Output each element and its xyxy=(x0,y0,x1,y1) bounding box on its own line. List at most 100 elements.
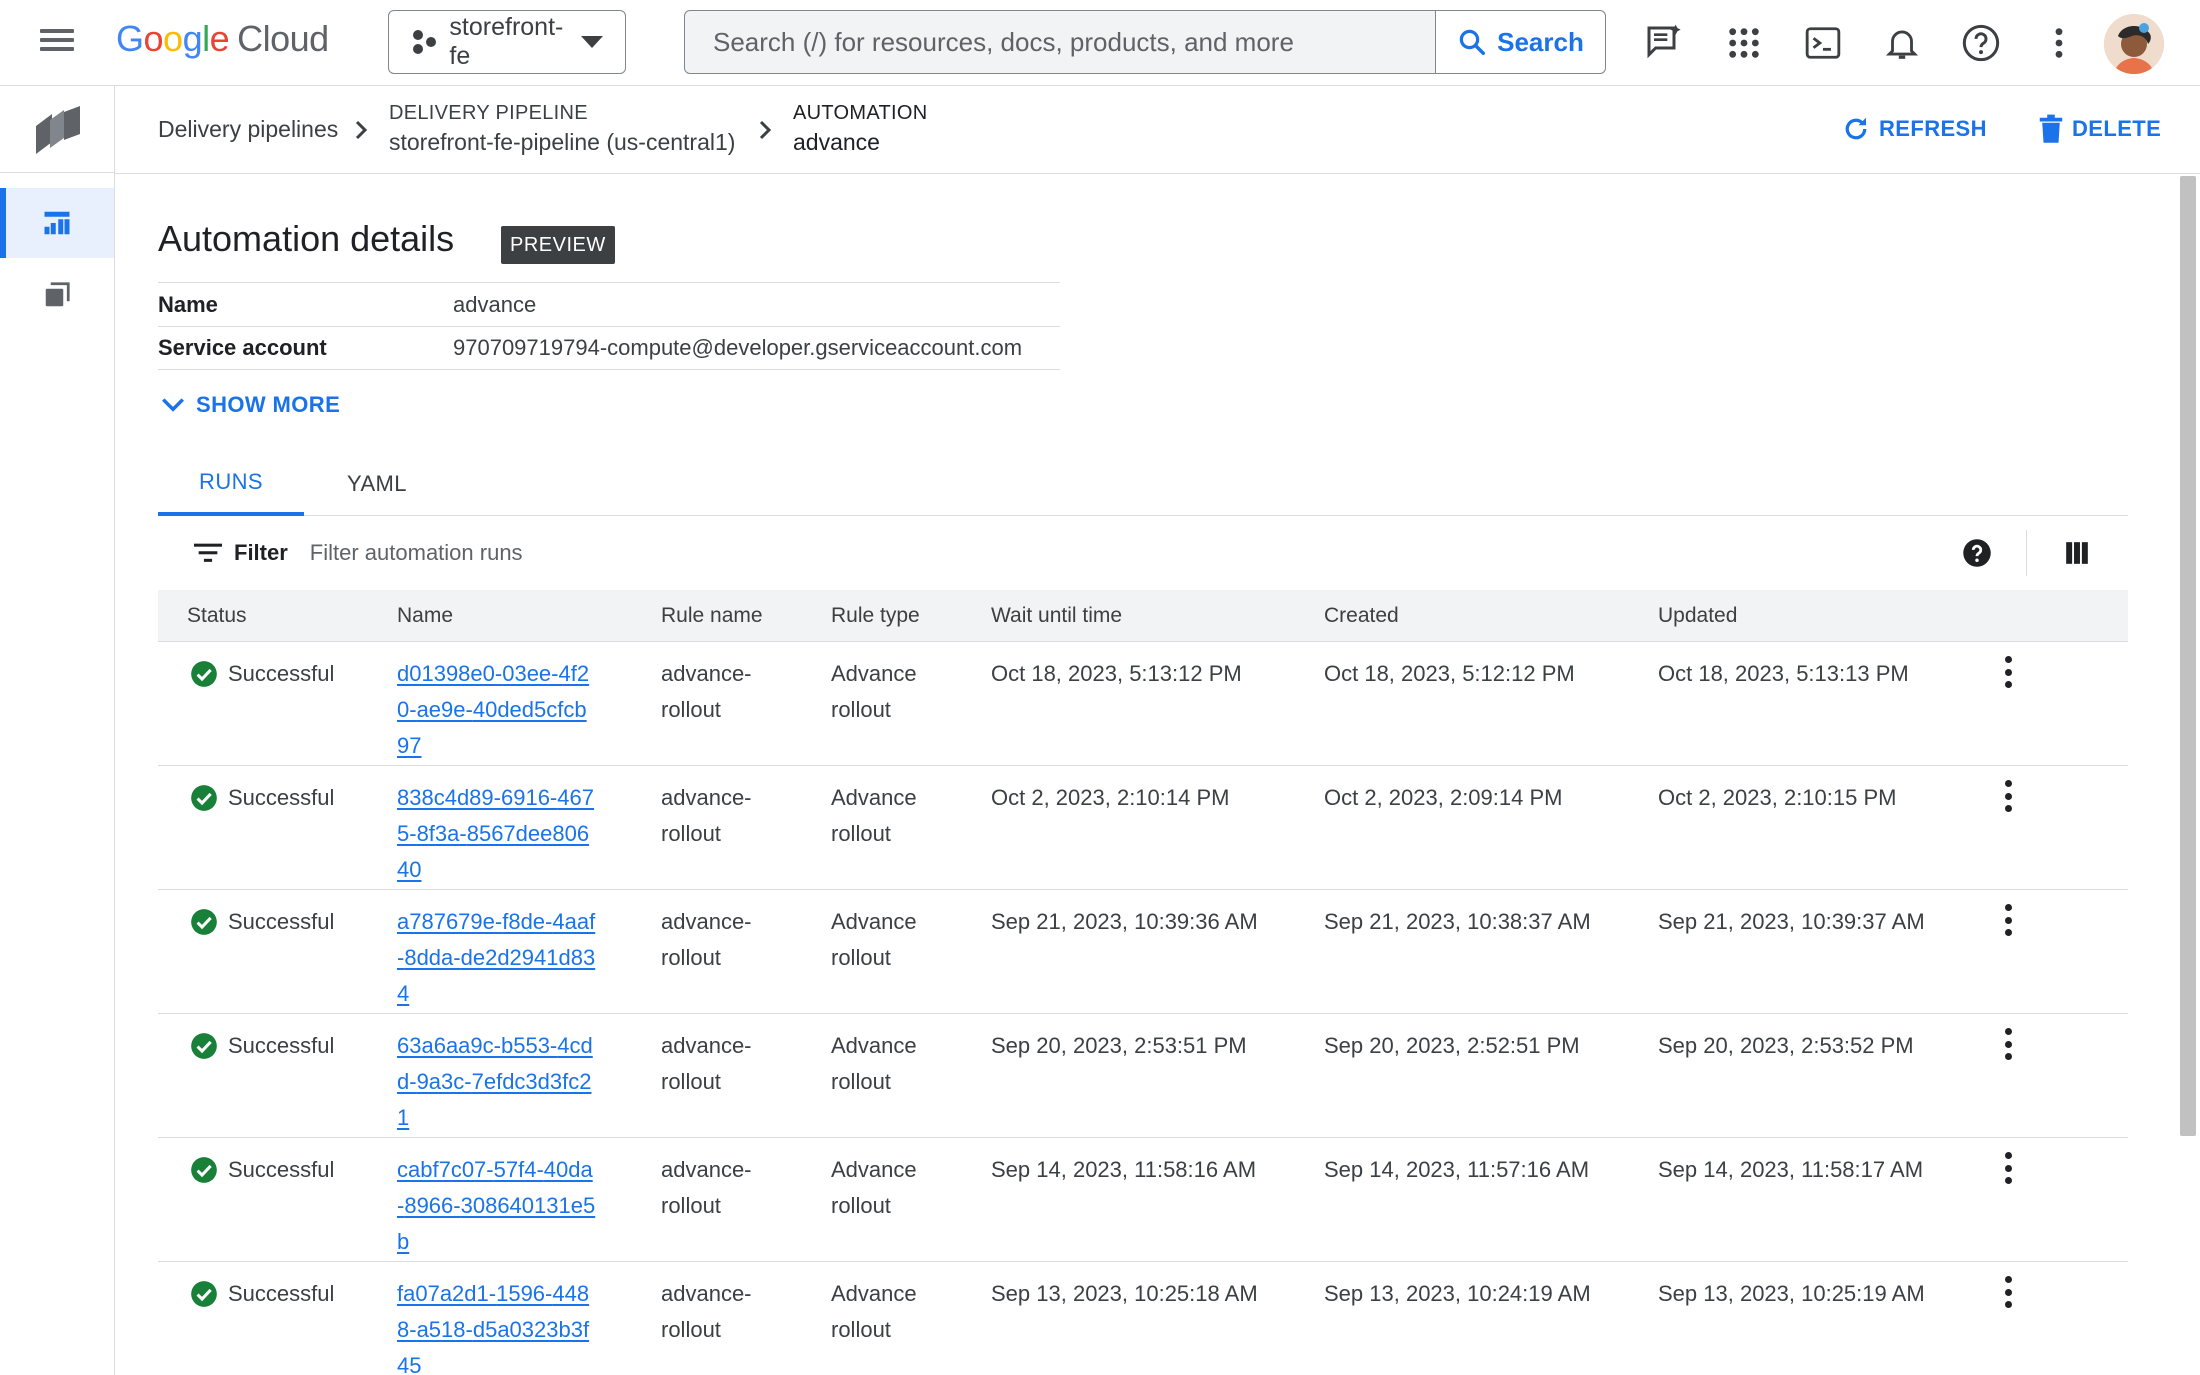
updated-cell: Sep 13, 2023, 10:25:19 AM xyxy=(1658,1281,1925,1306)
delete-button[interactable]: DELETE xyxy=(2038,114,2161,144)
refresh-icon xyxy=(1845,117,1867,140)
delivery-pipelines-icon[interactable] xyxy=(0,188,114,258)
rule-name-cell: advance-rollout xyxy=(661,909,752,970)
wait-until-cell: Sep 21, 2023, 10:39:36 AM xyxy=(991,909,1258,934)
gemini-chat-icon[interactable] xyxy=(1641,20,1687,66)
run-name-link[interactable]: d01398e0-03ee-4f20-ae9e-40ded5cfcb97 xyxy=(397,656,597,764)
refresh-button[interactable]: REFRESH xyxy=(1841,114,1987,144)
run-name-link[interactable]: a787679e-f8de-4aaf-8dda-de2d2941d834 xyxy=(397,904,597,1012)
created-cell: Sep 14, 2023, 11:57:16 AM xyxy=(1324,1157,1590,1182)
avatar[interactable] xyxy=(2104,14,2164,74)
rule-type-cell: Advance rollout xyxy=(831,1157,917,1218)
google-cloud-logo[interactable]: Google Cloud xyxy=(116,18,329,60)
refresh-label: REFRESH xyxy=(1879,116,1987,141)
filter-button[interactable]: Filter xyxy=(194,540,288,566)
targets-icon[interactable] xyxy=(0,260,114,330)
run-name-link[interactable]: 63a6aa9c-b553-4cdd-9a3c-7efdc3d3fc21 xyxy=(397,1028,597,1136)
row-more-vert-icon[interactable] xyxy=(2002,654,2014,690)
preview-badge: PREVIEW xyxy=(501,226,615,264)
breadcrumb-automation-kind: AUTOMATION xyxy=(793,102,928,124)
column-header-name[interactable]: Name xyxy=(397,604,453,628)
row-more-vert-icon[interactable] xyxy=(2002,1274,2014,1310)
detail-row-name: Name advance xyxy=(158,282,1060,326)
help-icon[interactable] xyxy=(1962,538,1992,573)
check-circle-icon xyxy=(191,1033,217,1059)
breadcrumb-automation: AUTOMATION advance xyxy=(793,102,927,156)
column-display-icon[interactable] xyxy=(2064,540,2090,571)
wait-until-cell: Sep 20, 2023, 2:53:51 PM xyxy=(991,1033,1247,1058)
trash-icon xyxy=(2039,114,2063,143)
notifications-bell-icon[interactable] xyxy=(1879,20,1925,66)
column-header-created[interactable]: Created xyxy=(1324,604,1399,628)
row-more-vert-icon[interactable] xyxy=(2002,778,2014,814)
detail-value: 970709719794-compute@developer.gservicea… xyxy=(453,335,1023,360)
more-vert-icon[interactable] xyxy=(2036,20,2082,66)
chevron-right-icon xyxy=(355,120,368,140)
run-name-link[interactable]: 838c4d89-6916-4675-8f3a-8567dee80640 xyxy=(397,780,597,888)
rule-name-cell: advance-rollout xyxy=(661,1157,752,1218)
cloud-shell-icon[interactable] xyxy=(1800,20,1846,66)
table-body: Successful d01398e0-03ee-4f20-ae9e-40ded… xyxy=(158,642,2128,1375)
status-text: Successful xyxy=(228,1157,335,1182)
search-button[interactable]: Search xyxy=(1435,11,1605,73)
product-nav-rail xyxy=(0,86,115,1375)
show-more-button[interactable]: SHOW MORE xyxy=(160,392,340,418)
tab-bar: RUNS YAML xyxy=(158,452,2128,516)
status-cell: Successful xyxy=(190,904,334,940)
search-input[interactable] xyxy=(685,11,1435,73)
breadcrumb-pipeline-value: storefront-fe-pipeline (us-central1) xyxy=(389,129,736,155)
table-row: Successful a787679e-f8de-4aaf-8dda-de2d2… xyxy=(158,890,2128,1014)
column-header-updated[interactable]: Updated xyxy=(1658,604,1737,628)
menu-icon[interactable] xyxy=(40,24,80,64)
status-cell: Successful xyxy=(190,780,334,816)
top-app-bar: Google Cloud storefront-fe Search xyxy=(0,0,2200,86)
check-circle-icon xyxy=(191,1157,217,1183)
run-name-link[interactable]: cabf7c07-57f4-40da-8966-308640131e5b xyxy=(397,1152,597,1260)
check-circle-icon xyxy=(191,785,217,811)
filter-icon xyxy=(194,543,222,562)
wait-until-cell: Sep 14, 2023, 11:58:16 AM xyxy=(991,1157,1257,1182)
column-header-wait-until-time[interactable]: Wait until time xyxy=(991,604,1122,628)
updated-cell: Sep 21, 2023, 10:39:37 AM xyxy=(1658,909,1925,934)
row-more-vert-icon[interactable] xyxy=(2002,1026,2014,1062)
page-scrollbar[interactable] xyxy=(2180,176,2196,1136)
details-table: Name advance Service account 97070971979… xyxy=(158,282,1060,370)
status-cell: Successful xyxy=(190,1276,334,1312)
delete-label: DELETE xyxy=(2072,116,2162,141)
rule-type-cell: Advance rollout xyxy=(831,1033,917,1094)
status-text: Successful xyxy=(228,1281,335,1306)
help-icon[interactable] xyxy=(1958,20,2004,66)
tab-runs[interactable]: RUNS xyxy=(158,452,304,516)
row-more-vert-icon[interactable] xyxy=(2002,1150,2014,1186)
run-name-link[interactable]: fa07a2d1-1596-4488-a518-d5a0323b3f45 xyxy=(397,1276,597,1375)
status-cell: Successful xyxy=(190,1152,334,1188)
detail-key: Service account xyxy=(158,335,327,360)
tab-yaml[interactable]: YAML xyxy=(304,452,450,516)
project-name: storefront-fe xyxy=(449,13,564,70)
rule-type-cell: Advance rollout xyxy=(831,785,917,846)
status-text: Successful xyxy=(228,1033,335,1058)
column-header-rule-type[interactable]: Rule type xyxy=(831,604,920,628)
apps-grid-icon[interactable] xyxy=(1721,20,1767,66)
detail-value: advance xyxy=(453,291,537,317)
breadcrumb-delivery-pipelines[interactable]: Delivery pipelines xyxy=(158,116,338,143)
project-picker[interactable]: storefront-fe xyxy=(388,10,626,74)
row-more-vert-icon[interactable] xyxy=(2002,902,2014,938)
rule-name-cell: advance-rollout xyxy=(661,785,752,846)
filter-input[interactable] xyxy=(309,540,1010,566)
search-button-label: Search xyxy=(1497,26,1584,57)
detail-key: Name xyxy=(158,291,218,317)
breadcrumb: Delivery pipelines DELIVERY PIPELINE sto… xyxy=(115,86,2200,174)
check-circle-icon xyxy=(191,909,217,935)
filter-bar: Filter xyxy=(158,518,2128,588)
deploy-product-icon[interactable] xyxy=(30,102,86,158)
column-header-rule-name[interactable]: Rule name xyxy=(661,604,763,628)
global-search: Search xyxy=(684,10,1606,74)
project-icon xyxy=(411,28,436,56)
status-text: Successful xyxy=(228,909,335,934)
breadcrumb-pipeline[interactable]: DELIVERY PIPELINE storefront-fe-pipeline… xyxy=(389,102,735,156)
show-more-label: SHOW MORE xyxy=(196,392,341,417)
created-cell: Sep 13, 2023, 10:24:19 AM xyxy=(1324,1281,1591,1306)
chevron-right-icon xyxy=(759,120,772,140)
column-header-status[interactable]: Status xyxy=(187,604,247,628)
